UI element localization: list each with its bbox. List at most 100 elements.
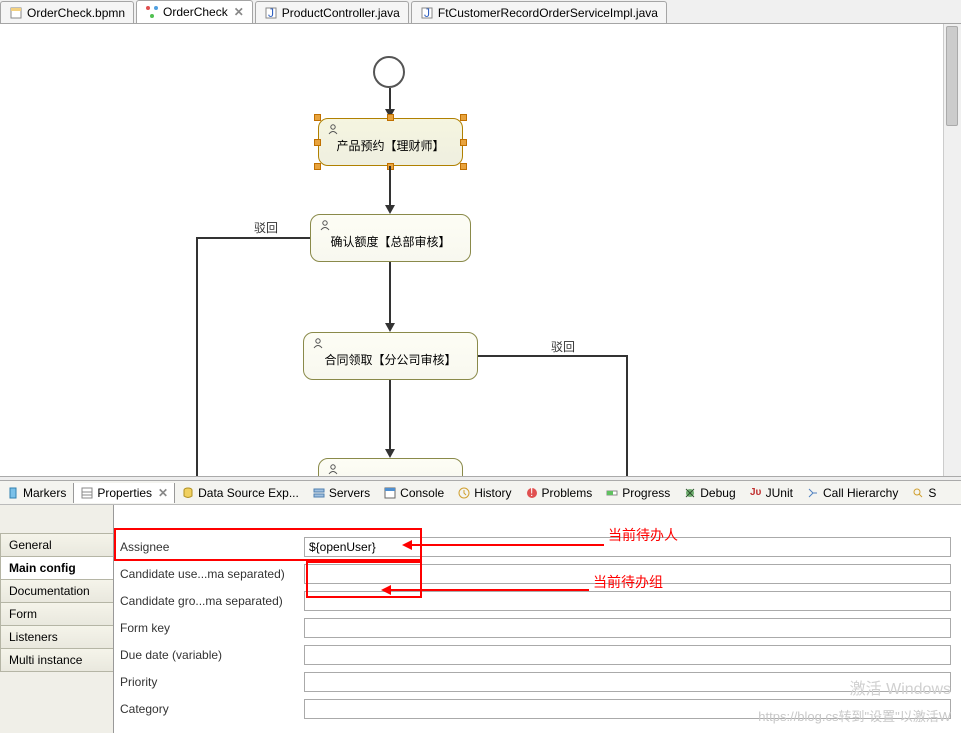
markers-icon (6, 486, 20, 500)
bpmn-task-confirm-quota[interactable]: 确认额度【总部审核】 (310, 214, 471, 262)
user-icon (312, 337, 324, 349)
view-label: S (928, 486, 936, 500)
close-icon[interactable]: ✕ (234, 5, 244, 19)
junit-icon: Jᴜ (749, 486, 763, 500)
editor-tabs: OrderCheck.bpmn OrderCheck ✕ J ProductCo… (0, 0, 961, 24)
arrow-head-icon (385, 205, 395, 214)
java-icon: J (420, 6, 434, 20)
diagram-icon (145, 5, 159, 19)
view-servers[interactable]: Servers (306, 483, 377, 503)
view-search[interactable]: S (905, 483, 943, 503)
tab-label: ProductController.java (282, 6, 400, 20)
view-junit[interactable]: JᴜJUnit (743, 483, 800, 503)
row-category: Category (114, 695, 961, 722)
sequence-flow (478, 355, 628, 357)
side-tab-general[interactable]: General (0, 533, 113, 557)
side-tab-main-config[interactable]: Main config (0, 556, 113, 580)
side-tab-label: Main config (9, 561, 76, 575)
view-label: Debug (700, 486, 735, 500)
side-tab-documentation[interactable]: Documentation (0, 579, 113, 603)
side-tab-form[interactable]: Form (0, 602, 113, 626)
sequence-flow (196, 237, 198, 476)
user-icon (327, 123, 339, 135)
close-icon[interactable]: ✕ (158, 486, 168, 500)
bpmn-start-event[interactable] (373, 56, 405, 88)
tab-ftcustomerrecord[interactable]: J FtCustomerRecordOrderServiceImpl.java (411, 1, 667, 23)
bpmn-task-partial[interactable] (318, 458, 463, 476)
side-tab-label: Form (9, 607, 37, 621)
vertical-scrollbar[interactable] (943, 24, 961, 476)
label-candidate-users: Candidate use...ma separated) (114, 567, 304, 581)
callh-icon (806, 486, 820, 500)
file-icon (9, 6, 23, 20)
view-label: Data Source Exp... (198, 486, 299, 500)
servers-icon (312, 486, 326, 500)
view-label: JUnit (766, 486, 793, 500)
sequence-flow (389, 380, 391, 450)
user-icon (327, 463, 339, 475)
views-tabbar: Markers Properties ✕ Data Source Exp... S… (0, 481, 961, 505)
view-debug[interactable]: Debug (677, 483, 742, 503)
bpmn-canvas[interactable]: 产品预约【理财师】 确认额度【总部审核】 驳回 合同领取【分公司审核】 驳回 (0, 24, 943, 476)
tab-ordercheck-bpmn[interactable]: OrderCheck.bpmn (0, 1, 134, 23)
tab-label: OrderCheck.bpmn (27, 6, 125, 20)
datasource-icon (181, 486, 195, 500)
history-icon (457, 486, 471, 500)
view-datasource[interactable]: Data Source Exp... (175, 483, 306, 503)
label-due-date: Due date (variable) (114, 648, 304, 662)
view-properties[interactable]: Properties ✕ (73, 483, 175, 503)
properties-panel: General Main config Documentation Form L… (0, 505, 961, 733)
view-label: History (474, 486, 511, 500)
label-assignee: Assignee (114, 540, 304, 554)
tab-ordercheck-diagram[interactable]: OrderCheck ✕ (136, 0, 253, 23)
input-category[interactable] (304, 699, 951, 719)
label-form-key: Form key (114, 621, 304, 635)
view-label: Servers (329, 486, 370, 500)
arrow-head-icon (385, 449, 395, 458)
bpmn-task-contract-receive[interactable]: 合同领取【分公司审核】 (303, 332, 478, 380)
bpmn-task-product-reserve[interactable]: 产品预约【理财师】 (318, 118, 463, 166)
java-icon: J (264, 6, 278, 20)
tab-productcontroller[interactable]: J ProductController.java (255, 1, 409, 23)
side-tab-label: General (9, 538, 52, 552)
progress-icon (605, 486, 619, 500)
arrow-head-icon (385, 323, 395, 332)
sequence-flow (389, 88, 391, 110)
tab-label: OrderCheck (163, 5, 228, 19)
console-icon (383, 486, 397, 500)
tab-label: FtCustomerRecordOrderServiceImpl.java (438, 6, 658, 20)
svg-text:J: J (268, 7, 274, 19)
label-priority: Priority (114, 675, 304, 689)
view-label: Properties (97, 486, 152, 500)
side-tab-listeners[interactable]: Listeners (0, 625, 113, 649)
input-candidate-groups[interactable] (304, 591, 951, 611)
side-tab-label: Documentation (9, 584, 90, 598)
side-tab-label: Listeners (9, 630, 58, 644)
sequence-flow (626, 355, 628, 476)
view-label: Call Hierarchy (823, 486, 898, 500)
view-progress[interactable]: Progress (599, 483, 677, 503)
scroll-thumb[interactable] (946, 26, 958, 126)
search-icon (911, 486, 925, 500)
label-candidate-groups: Candidate gro...ma separated) (114, 594, 304, 608)
row-form-key: Form key (114, 614, 961, 641)
task-label: 合同领取【分公司审核】 (324, 353, 456, 367)
task-label: 确认额度【总部审核】 (330, 235, 450, 249)
sequence-flow (389, 262, 391, 324)
side-tab-label: Multi instance (9, 653, 82, 667)
sequence-flow (389, 166, 391, 206)
side-tab-multi-instance[interactable]: Multi instance (0, 648, 113, 672)
flow-label-reject: 驳回 (551, 338, 575, 355)
input-candidate-users[interactable] (304, 564, 951, 584)
flow-label-reject: 驳回 (254, 219, 278, 236)
user-icon (319, 219, 331, 231)
view-problems[interactable]: !Problems (519, 483, 600, 503)
input-priority[interactable] (304, 672, 951, 692)
input-assignee[interactable] (304, 537, 951, 557)
input-form-key[interactable] (304, 618, 951, 638)
view-markers[interactable]: Markers (0, 483, 73, 503)
view-callhierarchy[interactable]: Call Hierarchy (800, 483, 905, 503)
view-history[interactable]: History (451, 483, 518, 503)
view-console[interactable]: Console (377, 483, 451, 503)
input-due-date[interactable] (304, 645, 951, 665)
